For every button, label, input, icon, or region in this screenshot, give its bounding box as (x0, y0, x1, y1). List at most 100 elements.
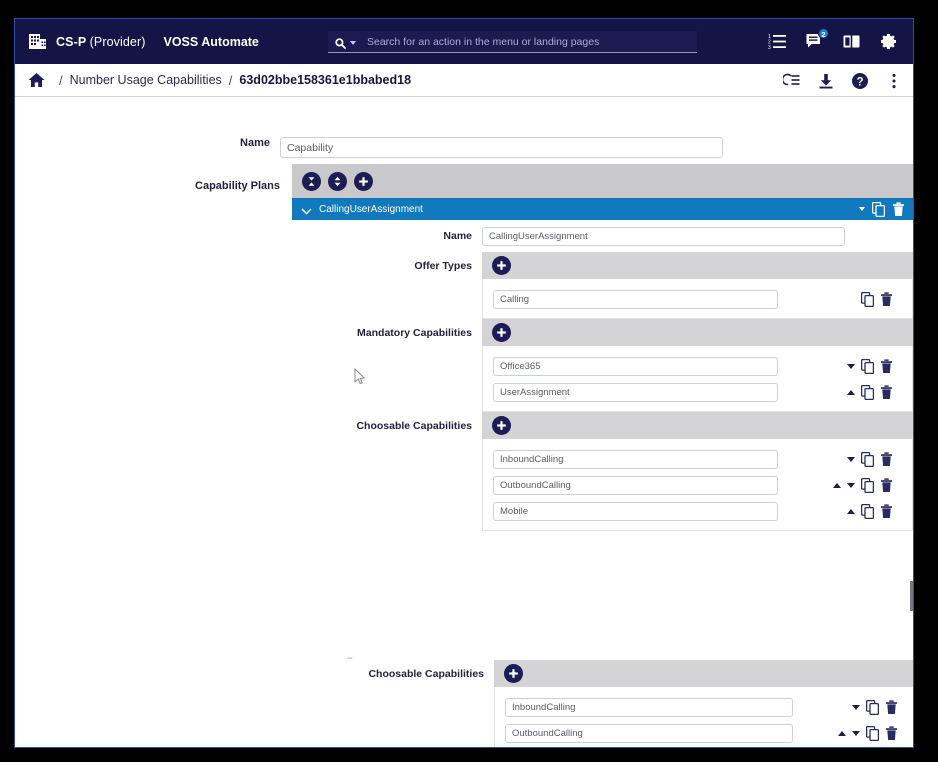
collapse-all-button[interactable] (302, 172, 321, 191)
delete-plan-icon[interactable] (892, 202, 905, 217)
add-choosable-capability-button[interactable] (492, 416, 511, 435)
expand-all-button[interactable] (328, 172, 347, 191)
plan-body-callinguserassignment: Name CallingUserAssignment Offer Types (292, 220, 913, 531)
name-field-row: Name Capability (15, 137, 913, 158)
copy-item-icon[interactable] (861, 292, 874, 307)
item-tools (833, 478, 902, 493)
move-item-up-icon[interactable] (847, 509, 855, 514)
move-item-up-icon[interactable] (847, 390, 855, 395)
copy-item-icon[interactable] (861, 359, 874, 374)
item-value-input[interactable]: Mobile (493, 502, 778, 521)
copy-item-icon[interactable] (861, 504, 874, 519)
delete-item-icon[interactable] (880, 359, 893, 374)
screenshot-frame: CS-P (Provider) VOSS Automate Search for… (0, 0, 938, 762)
move-item-up-icon[interactable] (838, 731, 846, 736)
section-toolbar (494, 660, 913, 687)
plan-name-field-row: Name CallingUserAssignment (292, 220, 913, 252)
breadcrumb-separator-1: / (59, 73, 63, 88)
settings-gear-icon[interactable] (879, 32, 898, 51)
move-item-up-icon[interactable] (833, 483, 841, 488)
add-choosable-capability-button[interactable] (504, 664, 523, 683)
section-header: Mandatory Capabilities (292, 319, 913, 346)
section-toolbar (482, 319, 913, 346)
form-content-area: Name Capability Capability Plans (15, 97, 913, 747)
move-item-down-icon[interactable] (847, 457, 855, 462)
delete-item-icon[interactable] (880, 478, 893, 493)
add-plan-button[interactable] (354, 172, 373, 191)
section-choosable-capabilities: Choosable Capabilities (292, 412, 913, 531)
name-input[interactable]: Capability (280, 137, 723, 158)
move-item-down-icon[interactable] (852, 731, 860, 736)
add-mandatory-capability-button[interactable] (492, 323, 511, 342)
item-tools (847, 359, 902, 374)
home-icon[interactable] (28, 72, 45, 88)
item-value-input[interactable]: OutboundCalling (493, 476, 778, 495)
item-tools (847, 385, 902, 400)
item-value-input[interactable]: OutboundCalling (505, 724, 793, 743)
vertical-scrollbar[interactable] (910, 581, 913, 611)
section-label: Choosable Capabilities (298, 668, 494, 680)
copy-plan-icon[interactable] (872, 202, 885, 217)
section-item-list: InboundCalling OutboundCalling (494, 687, 913, 747)
messages-badge-count: 2 (818, 28, 829, 39)
more-options-icon[interactable] (885, 72, 903, 90)
copy-item-icon[interactable] (866, 700, 879, 715)
messages-icon[interactable]: 2 (805, 32, 824, 51)
move-item-down-icon[interactable] (847, 364, 855, 369)
list-item: Mobile (483, 498, 912, 524)
section-mandatory-capabilities: Mandatory Capabilities (292, 319, 913, 412)
item-tools (861, 292, 902, 307)
copy-item-icon[interactable] (861, 478, 874, 493)
section-header: Offer Types (292, 252, 913, 279)
copy-item-icon[interactable] (861, 452, 874, 467)
item-value-input[interactable]: InboundCalling (505, 698, 793, 717)
delete-item-icon[interactable] (880, 385, 893, 400)
breadcrumb-parent-link[interactable]: Number Usage Capabilities (70, 73, 222, 87)
item-value-input[interactable]: UserAssignment (493, 383, 778, 402)
plan-name-input[interactable]: CallingUserAssignment (482, 227, 845, 246)
item-value-input[interactable]: Calling (493, 290, 778, 309)
application-window: CS-P (Provider) VOSS Automate Search for… (14, 18, 914, 748)
section-header: Choosable Capabilities (292, 412, 913, 439)
copy-item-icon[interactable] (866, 726, 879, 741)
move-item-down-icon[interactable] (852, 705, 860, 710)
plan-header-tools (859, 202, 905, 217)
docs-book-icon[interactable] (842, 32, 861, 51)
brand-area[interactable]: CS-P (Provider) VOSS Automate (15, 32, 259, 51)
transaction-log-icon[interactable] (783, 72, 801, 90)
item-tools (847, 452, 902, 467)
brand-product-name: VOSS Automate (164, 35, 259, 49)
delete-item-icon[interactable] (880, 504, 893, 519)
delete-item-icon[interactable] (880, 452, 893, 467)
delete-item-icon[interactable] (880, 292, 893, 307)
section-item-list: InboundCalling (482, 439, 913, 531)
breadcrumb-action-group: ? (783, 64, 903, 97)
list-item: Mobile (495, 746, 913, 747)
move-item-down-icon[interactable] (847, 483, 855, 488)
move-plan-down-icon[interactable] (859, 207, 865, 211)
chevron-down-icon[interactable] (301, 204, 312, 215)
list-item: InboundCalling (483, 446, 912, 472)
section-item-list: Office365 (482, 346, 913, 412)
search-placeholder-text: Search for an action in the menu or land… (367, 36, 599, 48)
menu-list-icon[interactable]: 1 2 3 (768, 32, 787, 51)
download-icon[interactable] (817, 72, 835, 90)
item-value-input[interactable]: InboundCalling (493, 450, 778, 469)
search-icon (335, 36, 346, 47)
section-label: Offer Types (292, 260, 482, 272)
plan-header-callinguserassignment[interactable]: CallingUserAssignment (292, 198, 913, 220)
section-offer-types: Offer Types Calling (292, 252, 913, 319)
list-item: InboundCalling (495, 694, 913, 720)
item-value-input[interactable]: Office365 (493, 357, 778, 376)
top-bar-icon-group: 1 2 3 2 (768, 19, 904, 64)
delete-item-icon[interactable] (885, 726, 898, 741)
top-navigation-bar: CS-P (Provider) VOSS Automate Search for… (15, 19, 913, 64)
search-scope-chevron-down-icon[interactable] (350, 41, 356, 45)
search-input[interactable]: Search for an action in the menu or land… (328, 31, 697, 53)
copy-item-icon[interactable] (861, 385, 874, 400)
delete-item-icon[interactable] (885, 700, 898, 715)
section-header: Choosable Capabilities (298, 660, 913, 687)
help-icon[interactable]: ? (851, 72, 869, 90)
section-label: Choosable Capabilities (292, 420, 482, 432)
add-offer-type-button[interactable] (492, 256, 511, 275)
